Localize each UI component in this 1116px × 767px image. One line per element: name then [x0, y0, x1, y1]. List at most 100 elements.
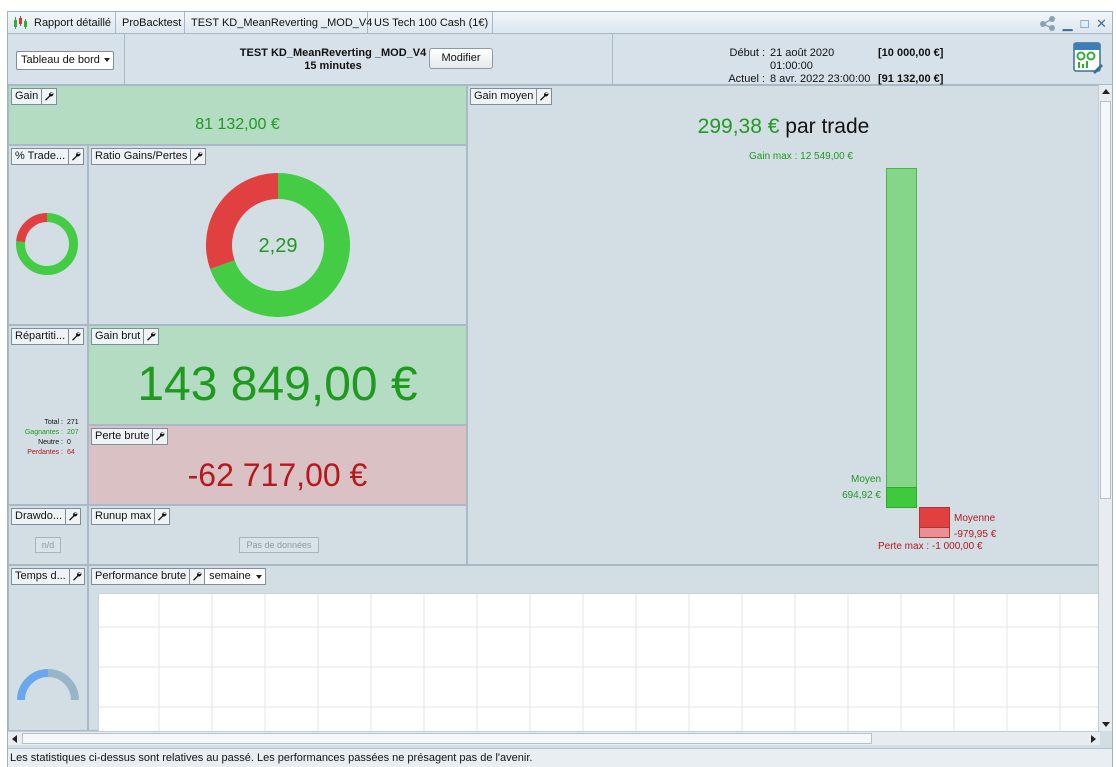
panel-title: Performance brute semaine: [91, 568, 266, 585]
panel-title: Runup max: [91, 508, 171, 525]
vertical-scrollbar[interactable]: [1098, 85, 1112, 731]
scroll-thumb[interactable]: [22, 733, 872, 744]
panel-title-label: Gain brut: [91, 328, 145, 345]
panel-title: Gain moyen: [470, 88, 553, 105]
view-select[interactable]: Tableau de bord: [16, 51, 114, 70]
wrench-icon[interactable]: [69, 148, 85, 165]
minimize-icon[interactable]: ▁: [1061, 17, 1074, 30]
performance-panel: Performance brute semaine: [88, 565, 1102, 733]
avg-winning-bar: [886, 487, 917, 508]
stat-row-neutral: Neutre : 0: [12, 438, 79, 448]
wrench-icon[interactable]: [191, 148, 207, 165]
panel-title-label: Performance brute: [91, 568, 191, 585]
scroll-down-arrow[interactable]: [1102, 722, 1110, 727]
wrench-icon[interactable]: [144, 328, 160, 345]
gain-max-label: Gain max : 12 549,00 €: [749, 151, 853, 162]
wrench-icon[interactable]: [66, 508, 82, 525]
avg-losing-value: -979,95 €: [954, 529, 997, 540]
scroll-thumb[interactable]: [1100, 101, 1111, 499]
tab-label: TEST KD_MeanReverting _MOD_V4: [191, 17, 373, 29]
stat-row-total: Total : 271: [12, 418, 78, 428]
runup-panel: Runup max Pas de données: [88, 505, 467, 565]
maximize-icon[interactable]: □: [1078, 17, 1091, 30]
panel-title-label: % Trade...: [11, 148, 70, 165]
wrench-icon[interactable]: [69, 328, 85, 345]
date-range: Début : 21 août 2020 01:00:00 [10 000,00…: [724, 47, 943, 86]
report-window: Rapport détaillé ProBacktest TEST KD_Mea…: [7, 11, 1113, 767]
stat-label: Neutre :: [38, 439, 63, 446]
start-label: Début :: [729, 47, 765, 59]
modify-button[interactable]: Modifier: [429, 48, 493, 69]
stat-row-losing: Perdantes : 64: [12, 448, 79, 458]
disclaimer-footer: Les statistiques ci-dessus sont relative…: [8, 748, 1112, 767]
panel-title-label: Temps d...: [11, 568, 70, 585]
panel-title: Gain brut: [91, 328, 160, 345]
tab-instrument[interactable]: US Tech 100 Cash (1€): [368, 12, 493, 34]
tab-label: Rapport détaillé: [34, 17, 112, 29]
panel-title: Temps d...: [11, 568, 85, 585]
panel-title: Drawdo...: [11, 508, 82, 525]
tab-rapport-detaille[interactable]: Rapport détaillé: [8, 12, 116, 34]
scroll-left-arrow[interactable]: [12, 735, 17, 743]
close-icon[interactable]: ✕: [1095, 17, 1108, 30]
scroll-right-arrow[interactable]: [1091, 735, 1096, 743]
ratio-panel: Ratio Gains/Pertes 2,29: [88, 145, 467, 325]
panel-title-label: Ratio Gains/Pertes: [91, 148, 192, 165]
avg-losing-bar: [919, 507, 950, 528]
period-select-value: semaine: [209, 570, 251, 582]
chevron-down-icon: [255, 575, 262, 579]
panel-title-label: Gain: [11, 88, 43, 105]
repartition-panel: Répartiti...: [8, 325, 88, 505]
ratio-value: 2,29: [258, 235, 298, 257]
period-select[interactable]: semaine: [205, 568, 266, 585]
view-select-value: Tableau de bord: [21, 54, 100, 66]
scroll-up-arrow[interactable]: [1102, 89, 1110, 94]
avg-gain-panel: Gain moyen 299,38 € par trade Gain max :…: [467, 85, 1100, 565]
tab-strategy[interactable]: TEST KD_MeanReverting _MOD_V4: [185, 12, 372, 34]
wrench-icon[interactable]: [69, 568, 85, 585]
detailed-report-icon[interactable]: [1073, 42, 1103, 74]
strategy-title: TEST KD_MeanReverting _MOD_V4 15 minutes: [208, 47, 458, 73]
drawdown-nd: n/d: [35, 537, 61, 553]
panel-title-label: Perte brute: [91, 428, 154, 445]
wrench-icon[interactable]: [537, 88, 553, 105]
loss-max-label: Perte max : -1 000,00 €: [878, 541, 983, 552]
window-controls: ▁ □ ✕: [1039, 15, 1108, 31]
gain-max-bar: [886, 168, 917, 508]
wrench-icon[interactable]: [155, 508, 171, 525]
strategy-name: TEST KD_MeanReverting _MOD_V4: [239, 47, 427, 59]
report-header: Tableau de bord TEST KD_MeanReverting _M…: [8, 34, 1112, 85]
runup-no-data: Pas de données: [239, 537, 319, 553]
horizontal-scrollbar[interactable]: [8, 731, 1100, 745]
stat-label: Gagnantes :: [24, 429, 63, 436]
winning-trades-donut: [16, 213, 78, 275]
tab-label: US Tech 100 Cash (1€): [374, 17, 489, 29]
stat-value: 0: [67, 439, 71, 446]
wrench-icon[interactable]: [190, 568, 206, 585]
header-divider: [124, 34, 125, 85]
gain-value: 81 132,00 €: [195, 116, 280, 133]
drawdown-panel: Drawdo... n/d: [8, 505, 88, 565]
avg-losing-label: Moyenne: [954, 513, 996, 524]
loss-max-bar: [919, 527, 950, 538]
performance-chart: [98, 593, 1102, 733]
gross-gain-value: 143 849,00 €: [137, 358, 418, 411]
header-divider: [612, 34, 613, 85]
tab-probacktest[interactable]: ProBacktest: [116, 12, 185, 34]
wrench-icon[interactable]: [42, 88, 58, 105]
stat-row-winning: Gagnantes : 207: [12, 428, 79, 438]
pct-trades-panel: % Trade...: [8, 145, 88, 325]
gross-loss-panel: Perte brute -62 717,00 €: [88, 425, 467, 505]
tab-label: ProBacktest: [122, 17, 182, 29]
panel-title: Perte brute: [91, 428, 169, 445]
wrench-icon[interactable]: [153, 428, 169, 445]
share-icon[interactable]: [1039, 15, 1057, 31]
gross-gain-panel: Gain brut 143 849,00 €: [88, 325, 467, 425]
avg-winning-value: 694,92 €: [842, 490, 881, 501]
gross-loss-value: -62 717,00 €: [187, 457, 368, 493]
performance-chart-grid: [99, 594, 1102, 733]
panel-title-label: Runup max: [91, 508, 156, 525]
donut-segment-loss: [16, 213, 48, 243]
stat-value: 207: [67, 429, 79, 436]
panel-title-label: Drawdo...: [11, 508, 67, 525]
